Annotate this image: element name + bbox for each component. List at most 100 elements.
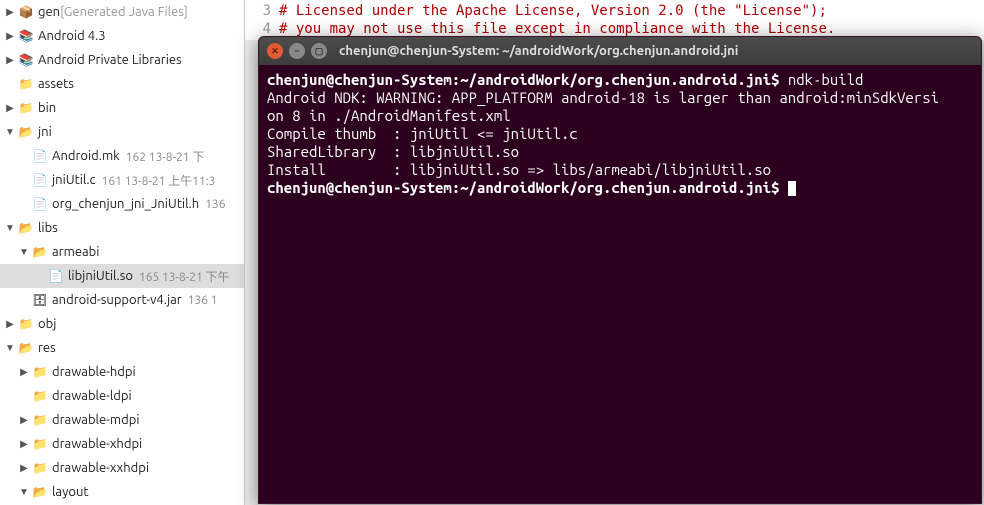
tree-item-libjniutil-so[interactable]: libjniUtil.so 165 13-8-21 下午 (0, 264, 244, 288)
expander-spacer (34, 270, 46, 282)
terminal-line: Android NDK: WARNING: APP_PLATFORM andro… (267, 89, 939, 106)
expander-icon[interactable]: ▼ (4, 342, 16, 354)
expander-icon[interactable]: ▶ (18, 438, 30, 450)
tree-label: drawable-ldpi (52, 389, 132, 403)
folder-icon (18, 100, 34, 116)
folder-icon (18, 316, 34, 332)
tree-label: bin (38, 101, 56, 115)
tree-label: res (38, 341, 56, 355)
tree-label: layout (52, 485, 88, 499)
tree-item-jniutil-c[interactable]: jniUtil.c 161 13-8-21 上午11:3 (0, 168, 244, 192)
expander-icon[interactable]: ▶ (4, 6, 16, 18)
expander-spacer (4, 78, 16, 90)
expander-icon[interactable]: ▼ (18, 246, 30, 258)
minimize-icon[interactable]: – (289, 43, 305, 59)
file-icon (32, 196, 48, 212)
terminal-cursor (788, 181, 796, 196)
tree-label: libjniUtil.so (68, 269, 133, 283)
tree-label: Android.mk (52, 149, 120, 163)
expander-icon[interactable]: ▼ (4, 222, 16, 234)
code-editor[interactable]: 3 # Licensed under the Apache License, Ve… (245, 0, 984, 40)
folder-icon (32, 364, 48, 380)
tree-item-drawable-hdpi[interactable]: ▶ drawable-hdpi (0, 360, 244, 384)
tree-item-jniutil-h[interactable]: org_chenjun_jni_JniUtil.h 136 (0, 192, 244, 216)
file-icon (32, 148, 48, 164)
close-icon[interactable]: ✕ (267, 43, 283, 59)
folder-icon (32, 388, 48, 404)
tree-item-gen[interactable]: ▶ gen [Generated Java Files] (0, 0, 244, 24)
tree-item-obj[interactable]: ▶ obj (0, 312, 244, 336)
folder-icon (18, 76, 34, 92)
expander-spacer (18, 390, 30, 402)
folder-icon (32, 484, 48, 500)
tree-item-drawable-mdpi[interactable]: ▶ drawable-mdpi (0, 408, 244, 432)
tree-meta: 136 (205, 198, 225, 211)
tree-label: drawable-xhdpi (52, 437, 142, 451)
folder-icon (18, 124, 34, 140)
tree-label: obj (38, 317, 56, 331)
expander-icon[interactable]: ▼ (18, 486, 30, 498)
tree-item-libs[interactable]: ▼ libs (0, 216, 244, 240)
code-comment: # Licensed under the Apache License, Ver… (279, 3, 827, 19)
expander-icon[interactable]: ▶ (4, 54, 16, 66)
expander-spacer (18, 294, 30, 306)
tree-item-android-private-libs[interactable]: ▶ Android Private Libraries (0, 48, 244, 72)
expander-icon[interactable]: ▶ (18, 414, 30, 426)
expander-spacer (18, 174, 30, 186)
folder-icon (32, 412, 48, 428)
terminal-line: SharedLibrary : libjniUtil.so (267, 143, 519, 160)
maximize-icon[interactable]: ▢ (311, 43, 327, 59)
editor-line: 3 # Licensed under the Apache License, Ve… (251, 2, 978, 20)
tree-meta: 162 13-8-21 下 (126, 148, 205, 165)
expander-icon[interactable]: ▶ (18, 462, 30, 474)
expander-icon[interactable]: ▶ (18, 366, 30, 378)
folder-icon (18, 340, 34, 356)
file-icon (32, 172, 48, 188)
terminal-window[interactable]: ✕ – ▢ chenjun@chenjun-System: ~/androidW… (258, 36, 982, 504)
tree-meta: 161 13-8-21 上午11:3 (102, 172, 216, 189)
tree-label: android-support-v4.jar (52, 293, 182, 307)
tree-item-android43[interactable]: ▶ Android 4.3 (0, 24, 244, 48)
tree-meta: 136 1 (188, 294, 218, 307)
line-number: 3 (251, 2, 271, 20)
tree-item-bin[interactable]: ▶ bin (0, 96, 244, 120)
tree-item-armeabi[interactable]: ▼ armeabi (0, 240, 244, 264)
folder-icon (18, 220, 34, 236)
expander-icon[interactable]: ▶ (4, 318, 16, 330)
tree-item-layout[interactable]: ▼ layout (0, 480, 244, 504)
expander-spacer (18, 198, 30, 210)
tree-item-jni[interactable]: ▼ jni (0, 120, 244, 144)
package-icon (18, 4, 34, 20)
terminal-title: chenjun@chenjun-System: ~/androidWork/or… (339, 44, 738, 58)
tree-label: jniUtil.c (52, 173, 96, 187)
tree-item-android-mk[interactable]: Android.mk 162 13-8-21 下 (0, 144, 244, 168)
tree-item-drawable-xxhdpi[interactable]: ▶ drawable-xxhdpi (0, 456, 244, 480)
tree-label: assets (38, 77, 74, 91)
project-tree[interactable]: ▶ gen [Generated Java Files] ▶ Android 4… (0, 0, 245, 505)
terminal-prompt: chenjun@chenjun-System:~/androidWork/org… (267, 71, 788, 88)
expander-icon[interactable]: ▶ (4, 102, 16, 114)
file-icon (48, 268, 64, 284)
terminal-titlebar[interactable]: ✕ – ▢ chenjun@chenjun-System: ~/androidW… (259, 37, 981, 65)
tree-meta: 165 13-8-21 下午 (139, 268, 230, 285)
tree-item-support-jar[interactable]: android-support-v4.jar 136 1 (0, 288, 244, 312)
library-icon (18, 28, 34, 44)
tree-suffix: [Generated Java Files] (60, 5, 188, 19)
tree-label: jni (38, 125, 52, 139)
tree-label: org_chenjun_jni_JniUtil.h (52, 197, 199, 211)
tree-label: armeabi (52, 245, 99, 259)
tree-item-drawable-ldpi[interactable]: drawable-ldpi (0, 384, 244, 408)
tree-label: Android Private Libraries (38, 53, 182, 67)
terminal-line: on 8 in ./AndroidManifest.xml (267, 107, 544, 124)
tree-label: drawable-xxhdpi (52, 461, 149, 475)
tree-item-assets[interactable]: assets (0, 72, 244, 96)
tree-label: Android 4.3 (38, 29, 106, 43)
terminal-command: ndk-build (788, 71, 864, 88)
jar-icon (32, 292, 48, 308)
tree-item-drawable-xhdpi[interactable]: ▶ drawable-xhdpi (0, 432, 244, 456)
tree-item-res[interactable]: ▼ res (0, 336, 244, 360)
terminal-output[interactable]: chenjun@chenjun-System:~/androidWork/org… (259, 65, 981, 203)
expander-icon[interactable]: ▶ (4, 30, 16, 42)
folder-icon (32, 460, 48, 476)
expander-icon[interactable]: ▼ (4, 126, 16, 138)
